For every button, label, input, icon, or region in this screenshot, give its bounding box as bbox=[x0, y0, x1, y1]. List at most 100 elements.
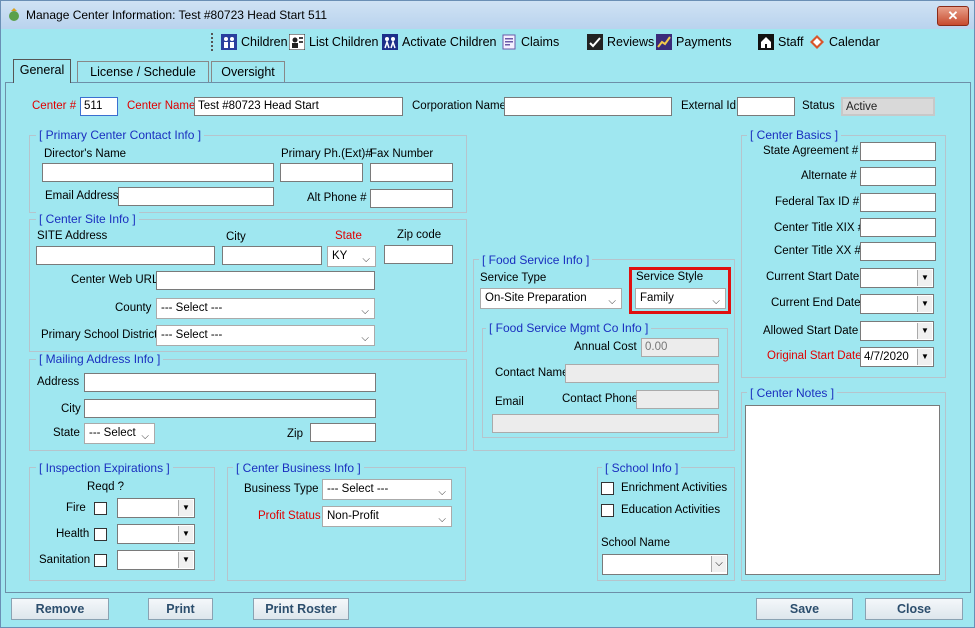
corporation-name-input[interactable] bbox=[504, 97, 672, 116]
current-start-combo[interactable]: ▼ bbox=[860, 268, 934, 288]
education-checkbox[interactable] bbox=[601, 504, 614, 517]
children-label: Children bbox=[241, 35, 288, 49]
dropdown-arrow-icon[interactable]: ▼ bbox=[917, 349, 932, 365]
service-type-value: On-Site Preparation bbox=[485, 292, 587, 304]
staff-label: Staff bbox=[778, 35, 804, 49]
title-xx-input[interactable] bbox=[860, 242, 936, 261]
business-type-select[interactable]: --- Select --- ⌵ bbox=[322, 479, 452, 500]
title-bar: Manage Center Information: Test #80723 H… bbox=[1, 1, 974, 29]
dropdown-arrow-icon[interactable]: ▼ bbox=[917, 296, 932, 312]
dropdown-arrow-icon[interactable]: ▼ bbox=[917, 323, 932, 339]
dropdown-arrow-icon[interactable]: ▼ bbox=[178, 500, 193, 516]
mgmt-email-label: Email bbox=[495, 396, 524, 408]
tab-license-schedule[interactable]: License / Schedule bbox=[77, 61, 209, 82]
site-city-input[interactable] bbox=[222, 246, 322, 265]
fire-checkbox[interactable] bbox=[94, 502, 107, 515]
calendar-label: Calendar bbox=[829, 35, 880, 49]
site-address-input[interactable] bbox=[36, 246, 215, 265]
county-select[interactable]: --- Select --- ⌵ bbox=[156, 298, 375, 319]
federal-tax-label: Federal Tax ID # bbox=[775, 196, 860, 208]
current-start-label: Current Start Date bbox=[766, 271, 860, 283]
toolbar-grip[interactable] bbox=[211, 33, 216, 51]
center-notes-textarea[interactable] bbox=[745, 405, 940, 575]
primary-phone-input[interactable] bbox=[280, 163, 363, 182]
site-state-select[interactable]: KY ⌵ bbox=[327, 246, 376, 267]
health-date-combo[interactable]: ▼ bbox=[117, 524, 195, 544]
dropdown-arrow-icon[interactable]: ▼ bbox=[178, 526, 193, 542]
service-style-select[interactable]: Family ⌵ bbox=[635, 288, 726, 309]
current-end-combo[interactable]: ▼ bbox=[860, 294, 934, 314]
mailing-state-label: State bbox=[53, 427, 80, 439]
center-name-input[interactable]: Test #80723 Head Start bbox=[194, 97, 403, 116]
payments-button[interactable]: Payments bbox=[656, 31, 732, 53]
app-icon bbox=[9, 8, 19, 21]
status-label: Status bbox=[802, 100, 835, 112]
claims-button[interactable]: Claims bbox=[501, 31, 559, 53]
activate-children-button[interactable]: Activate Children bbox=[382, 31, 497, 53]
inspection-title: [ Inspection Expirations ] bbox=[36, 461, 173, 475]
chevron-down-icon[interactable]: ⌵ bbox=[711, 556, 726, 572]
payments-label: Payments bbox=[676, 35, 732, 49]
service-type-select[interactable]: On-Site Preparation ⌵ bbox=[480, 288, 622, 309]
children-button[interactable]: Children bbox=[221, 31, 288, 53]
dropdown-arrow-icon[interactable]: ▼ bbox=[917, 270, 932, 286]
window-close-button[interactable]: ✕ bbox=[937, 6, 969, 26]
food-service-title: [ Food Service Info ] bbox=[479, 253, 593, 267]
list-children-button[interactable]: List Children bbox=[289, 31, 378, 53]
site-state-label: State bbox=[335, 230, 362, 242]
title-xix-input[interactable] bbox=[860, 218, 936, 237]
dropdown-arrow-icon[interactable]: ▼ bbox=[178, 552, 193, 568]
alt-phone-input[interactable] bbox=[370, 189, 453, 208]
contact-phone-input bbox=[636, 390, 719, 409]
mailing-city-input[interactable] bbox=[84, 399, 376, 418]
web-url-input[interactable] bbox=[156, 271, 375, 290]
enrichment-checkbox[interactable] bbox=[601, 482, 614, 495]
federal-tax-input[interactable] bbox=[860, 193, 936, 212]
sanitation-checkbox[interactable] bbox=[94, 554, 107, 567]
fax-number-input[interactable] bbox=[370, 163, 453, 182]
zip-code-input[interactable] bbox=[384, 245, 453, 264]
state-agreement-label: State Agreement # bbox=[763, 145, 859, 157]
profit-status-select[interactable]: Non-Profit ⌵ bbox=[322, 506, 452, 527]
mailing-address-input[interactable] bbox=[84, 373, 376, 392]
director-name-input[interactable] bbox=[42, 163, 274, 182]
contact-name-label: Contact Name bbox=[495, 367, 569, 379]
health-checkbox[interactable] bbox=[94, 528, 107, 541]
mailing-state-select[interactable]: --- Select ⌵ bbox=[84, 423, 155, 444]
staff-button[interactable]: Staff bbox=[758, 31, 803, 53]
save-button[interactable]: Save bbox=[756, 598, 853, 620]
tab-general[interactable]: General bbox=[13, 59, 71, 83]
close-button[interactable]: Close bbox=[865, 598, 963, 620]
email-address-input[interactable] bbox=[118, 187, 274, 206]
alternate-input[interactable] bbox=[860, 167, 936, 186]
list-children-icon bbox=[289, 34, 305, 50]
title-xx-label: Center Title XX # bbox=[774, 245, 861, 257]
external-id-input[interactable] bbox=[737, 97, 795, 116]
profit-status-value: Non-Profit bbox=[327, 510, 379, 522]
county-label: County bbox=[115, 302, 152, 314]
school-district-select[interactable]: --- Select --- ⌵ bbox=[156, 325, 375, 346]
tab-oversight[interactable]: Oversight bbox=[211, 61, 285, 82]
zip-code-label: Zip code bbox=[397, 229, 442, 241]
sanitation-date-combo[interactable]: ▼ bbox=[117, 550, 195, 570]
original-start-combo[interactable]: 4/7/2020 ▼ bbox=[860, 347, 934, 367]
current-end-label: Current End Date bbox=[771, 297, 861, 309]
center-number-label: Center # bbox=[32, 100, 77, 112]
remove-button[interactable]: Remove bbox=[11, 598, 109, 620]
mailing-zip-input[interactable] bbox=[310, 423, 376, 442]
allowed-start-combo[interactable]: ▼ bbox=[860, 321, 934, 341]
print-button[interactable]: Print bbox=[148, 598, 213, 620]
service-style-value: Family bbox=[640, 292, 674, 304]
state-agreement-input[interactable] bbox=[860, 142, 936, 161]
center-number-input[interactable]: 511 bbox=[80, 97, 118, 116]
site-info-title: [ Center Site Info ] bbox=[36, 212, 139, 226]
annual-cost-label: Annual Cost bbox=[574, 341, 637, 353]
print-roster-button[interactable]: Print Roster bbox=[253, 598, 349, 620]
reqd-label: Reqd ? bbox=[87, 481, 125, 493]
reviews-button[interactable]: Reviews bbox=[587, 31, 654, 53]
calendar-icon bbox=[810, 35, 824, 49]
school-name-combo[interactable]: ⌵ bbox=[602, 554, 728, 575]
calendar-button[interactable]: Calendar bbox=[809, 31, 880, 53]
fire-date-combo[interactable]: ▼ bbox=[117, 498, 195, 518]
chevron-down-icon: ⌵ bbox=[141, 431, 149, 442]
